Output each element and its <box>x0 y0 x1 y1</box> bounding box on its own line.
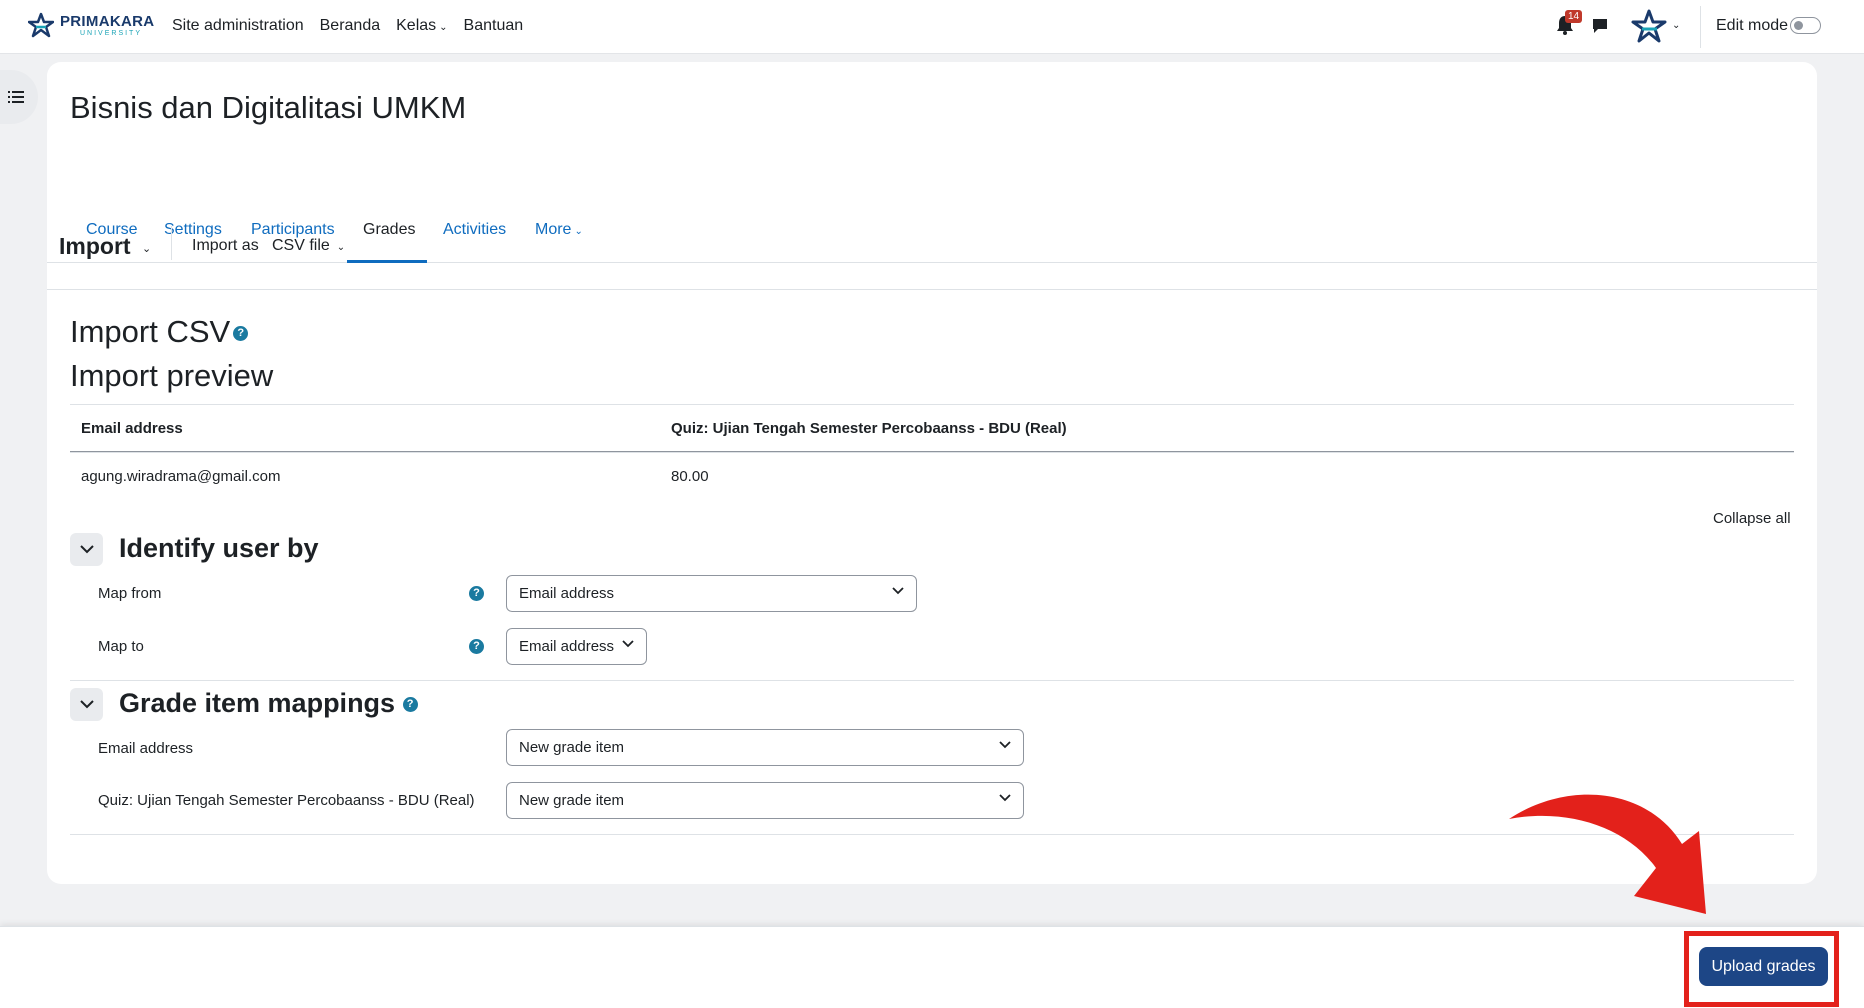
chevron-down-icon <box>999 741 1011 749</box>
identify-user-collapse-button[interactable] <box>70 533 103 566</box>
map-to-select[interactable]: Email address <box>506 628 647 665</box>
star-logo-icon <box>28 12 54 38</box>
nav-site-administration[interactable]: Site administration <box>172 17 304 35</box>
upload-grades-button[interactable]: Upload grades <box>1699 947 1828 986</box>
chevron-down-icon <box>892 587 904 595</box>
mapping-value-email: New grade item <box>519 739 625 756</box>
table-header-quiz: Quiz: Ujian Tengah Semester Percobaanss … <box>671 420 1067 437</box>
nav-beranda[interactable]: Beranda <box>320 17 381 35</box>
notification-count-badge: 14 <box>1565 10 1583 23</box>
page-heading: Import CSV? <box>70 314 249 350</box>
help-icon[interactable]: ? <box>233 326 249 342</box>
mapping-label-quiz: Quiz: Ujian Tengah Semester Percobaanss … <box>98 792 475 809</box>
table-header-email: Email address <box>81 420 183 437</box>
table-header-row: Email address Quiz: Ujian Tengah Semeste… <box>70 404 1794 452</box>
mapping-select-email[interactable]: New grade item <box>506 729 1024 766</box>
list-icon <box>8 91 24 103</box>
sticky-footer <box>0 926 1864 1008</box>
map-from-label: Map from <box>98 585 162 602</box>
chat-bubble-icon[interactable] <box>1591 17 1609 35</box>
page-heading-text: Import CSV <box>70 314 231 349</box>
collapse-all-link[interactable]: Collapse all <box>1713 510 1791 527</box>
nav-bantuan[interactable]: Bantuan <box>464 17 524 35</box>
import-as-label: Import as <box>192 237 259 254</box>
course-index-toggle[interactable] <box>0 70 38 124</box>
nav-kelas[interactable]: Kelas ⌄ <box>396 17 447 35</box>
help-icon[interactable]: ? <box>469 585 484 603</box>
map-from-value: Email address <box>519 585 615 602</box>
course-title: Bisnis dan Digitalitasi UMKM <box>70 90 467 125</box>
nav-kelas-label: Kelas <box>396 17 437 34</box>
mapping-label-email: Email address <box>98 740 194 757</box>
main-content-card: Bisnis dan Digitalitasi UMKM Course Sett… <box>47 62 1817 884</box>
table-row: agung.wiradrama@gmail.com 80.00 <box>70 452 1794 500</box>
import-preview-table: Email address Quiz: Ujian Tengah Semeste… <box>70 404 1794 500</box>
mapping-value-quiz: New grade item <box>519 792 625 809</box>
map-to-label: Map to <box>98 638 144 655</box>
import-bar-divider <box>171 226 172 260</box>
chevron-down-icon <box>999 794 1011 802</box>
help-icon[interactable]: ? <box>402 697 418 713</box>
site-logo[interactable]: PRIMAKARA UNIVERSITY <box>28 12 154 38</box>
annotation-arrow-icon <box>1509 794 1706 914</box>
chevron-down-icon <box>79 545 94 554</box>
import-format-value: CSV file <box>272 237 330 254</box>
grade-mappings-section-title: Grade item mappings ? <box>119 688 418 719</box>
import-menu-title[interactable]: Import <box>59 233 131 260</box>
navbar-divider <box>1700 6 1701 48</box>
mapping-select-quiz[interactable]: New grade item <box>506 782 1024 819</box>
chevron-down-icon: ⌄ <box>336 242 346 253</box>
import-menu-chevron-icon[interactable]: ⌄ <box>142 242 151 255</box>
preview-heading: Import preview <box>70 358 274 393</box>
chevron-down-icon <box>622 640 634 648</box>
import-format-select[interactable]: CSV file ⌄ <box>272 237 345 255</box>
grade-mappings-collapse-button[interactable] <box>70 688 103 721</box>
identify-user-section-title: Identify user by <box>119 533 319 563</box>
help-icon[interactable]: ? <box>469 638 484 656</box>
grade-mappings-title-text: Grade item mappings <box>119 688 396 718</box>
primary-navigation: Site administration Beranda Kelas ⌄ Bantu… <box>172 17 539 35</box>
chevron-down-icon: ⌄ <box>439 22 448 33</box>
logo-name: PRIMAKARA <box>60 12 155 30</box>
edit-mode-toggle[interactable] <box>1790 17 1821 34</box>
user-menu-chevron-icon[interactable]: ⌄ <box>1672 20 1680 31</box>
chevron-down-icon <box>79 700 94 709</box>
map-to-value: Email address <box>519 638 615 655</box>
map-from-select[interactable]: Email address <box>506 575 917 612</box>
import-action-bar: Import ⌄ Import as CSV file ⌄ <box>47 200 1817 290</box>
edit-mode-label: Edit mode <box>1716 17 1789 34</box>
top-navbar: PRIMAKARA UNIVERSITY Site administration… <box>0 0 1864 54</box>
table-cell-email: agung.wiradrama@gmail.com <box>81 468 281 485</box>
table-cell-grade: 80.00 <box>671 468 709 485</box>
avatar[interactable] <box>1630 8 1668 46</box>
logo-subtitle: UNIVERSITY <box>80 29 143 37</box>
section-divider <box>70 680 1794 681</box>
